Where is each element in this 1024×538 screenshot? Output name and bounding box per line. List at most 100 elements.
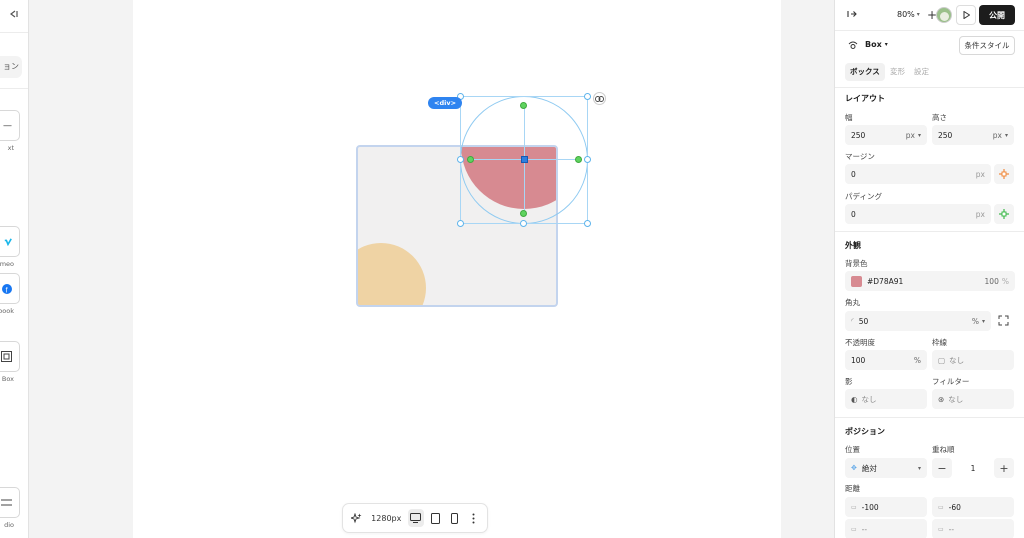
radius-handle-top[interactable] [520, 102, 527, 109]
radius-handle-bottom[interactable] [520, 210, 527, 217]
viewport-toolbar: 1280px [342, 503, 488, 533]
color-swatch[interactable] [851, 275, 862, 287]
corner-radius-label: 角丸 [845, 298, 860, 307]
panel-divider [835, 231, 1024, 232]
margin-individual-button[interactable] [994, 164, 1014, 184]
top-distance-field[interactable]: ▭ -100 [845, 497, 927, 517]
minus-icon: − [937, 461, 947, 475]
resize-handle-bottom-left[interactable] [457, 220, 464, 227]
border-value: なし [949, 355, 965, 365]
zoom-value: 80% [897, 10, 915, 19]
background-opacity-value: 100 [984, 276, 999, 286]
padding-field[interactable]: 0 px [845, 204, 991, 224]
appearance-section-title: 外観 [845, 241, 861, 250]
border-icon: ▢ [938, 355, 946, 365]
margin-label: マージン [845, 152, 875, 161]
more-options-button[interactable] [466, 509, 481, 527]
tablet-view-button[interactable] [428, 509, 443, 527]
box-component-tile[interactable] [0, 341, 20, 372]
shadow-label: 影 [845, 377, 853, 386]
text-component-tile[interactable]: — [0, 110, 20, 141]
left-panel-divider [0, 32, 28, 33]
play-icon [963, 11, 970, 19]
corner-radius-unit-dropdown[interactable]: % ▾ [972, 317, 985, 326]
left-panel: ョン — xt meo f ebook Box dio [0, 0, 29, 538]
filter-field[interactable]: ⊛ なし [932, 389, 1014, 409]
background-color-field[interactable]: #D78A91 100% [845, 271, 1015, 291]
mobile-icon [450, 512, 458, 524]
mobile-view-button[interactable] [447, 509, 462, 527]
padding-unit: px [975, 209, 985, 219]
corner-radius-field[interactable]: ◜ 50 % ▾ [845, 311, 991, 331]
collapse-panel-icon[interactable] [5, 9, 21, 23]
shadow-field[interactable]: ◐ なし [845, 389, 927, 409]
center-handle[interactable] [521, 156, 528, 163]
resize-handle-right[interactable] [584, 156, 591, 163]
resize-handle-top-right[interactable] [584, 93, 591, 100]
radius-handle-right[interactable] [575, 156, 582, 163]
left-panel-divider [0, 88, 28, 89]
conditional-style-button[interactable]: 条件スタイル [959, 36, 1015, 55]
audio-component-tile[interactable] [0, 487, 20, 518]
chevron-down-icon: ▾ [916, 11, 920, 18]
z-index-increment-button[interactable]: + [994, 458, 1014, 478]
width-field[interactable]: 250 px ▾ [845, 125, 927, 145]
margin-field[interactable]: 0 px [845, 164, 991, 184]
position-section-title: ポジション [845, 427, 885, 436]
facebook-component-tile[interactable]: f [0, 273, 20, 304]
radius-handle-left[interactable] [467, 156, 474, 163]
user-avatar[interactable] [936, 7, 952, 23]
desktop-icon [410, 513, 422, 523]
bottom-distance-field[interactable]: ▭ -- [845, 519, 927, 538]
chevron-down-icon: ▾ [884, 41, 888, 48]
resize-handle-bottom-right[interactable] [584, 220, 591, 227]
text-icon: — [3, 120, 12, 131]
position-value: 絶対 [861, 463, 877, 473]
vimeo-component-tile[interactable] [0, 226, 20, 257]
desktop-view-button[interactable] [408, 509, 424, 527]
panel-divider [835, 417, 1024, 418]
resize-handle-left[interactable] [457, 156, 464, 163]
chevron-down-icon: ▾ [917, 131, 921, 139]
viewport-width-label[interactable]: 1280px [371, 514, 401, 523]
top-distance-value: -100 [861, 502, 879, 512]
panel-divider [835, 87, 1024, 88]
expand-panel-icon[interactable] [847, 9, 857, 21]
yellow-circle-element[interactable] [358, 243, 426, 305]
chevron-down-icon: ▾ [1004, 131, 1008, 139]
corner-radius-unit: % [971, 316, 979, 326]
tab-settings[interactable]: 設定 [914, 63, 929, 81]
corner-radius-icon: ◜ [851, 317, 854, 325]
width-unit-dropdown[interactable]: px ▾ [906, 131, 921, 140]
border-field[interactable]: ▢ なし [932, 350, 1014, 370]
tab-transform[interactable]: 変形 [890, 63, 905, 81]
filter-label: フィルター [932, 377, 970, 386]
z-index-decrement-button[interactable]: − [932, 458, 952, 478]
z-index-field[interactable]: 1 [954, 458, 992, 478]
zoom-dropdown[interactable]: 80% ▾ [897, 10, 920, 19]
box-icon [1, 351, 12, 362]
z-index-label: 重ね順 [932, 445, 955, 454]
element-tag-badge[interactable]: <div> [428, 97, 463, 109]
link-icon[interactable] [593, 92, 606, 105]
position-type-dropdown[interactable]: ✥ 絶対 ▾ [845, 458, 927, 478]
padding-individual-button[interactable] [994, 204, 1014, 224]
height-unit-dropdown[interactable]: px ▾ [993, 131, 1008, 140]
bottom-distance-value: -- [861, 524, 868, 534]
corner-individual-icon[interactable] [998, 315, 1009, 328]
tab-box[interactable]: ボックス [845, 63, 885, 81]
component-search-input[interactable]: ョン [0, 56, 22, 78]
top-edge-icon: ▭ [851, 503, 857, 511]
height-field[interactable]: 250 px ▾ [932, 125, 1014, 145]
resize-handle-bottom[interactable] [520, 220, 527, 227]
more-vertical-icon [472, 513, 475, 523]
height-label: 高さ [932, 113, 947, 122]
right-distance-field[interactable]: ▭ -60 [932, 497, 1014, 517]
ai-sparkle-button[interactable] [349, 509, 364, 527]
opacity-field[interactable]: 100 % [845, 350, 927, 370]
height-unit: px [992, 130, 1002, 140]
element-name-dropdown[interactable]: Box ▾ [865, 40, 888, 49]
publish-button[interactable]: 公開 [979, 5, 1015, 25]
preview-button[interactable] [956, 5, 976, 25]
left-distance-field[interactable]: ▭ -- [932, 519, 1014, 538]
